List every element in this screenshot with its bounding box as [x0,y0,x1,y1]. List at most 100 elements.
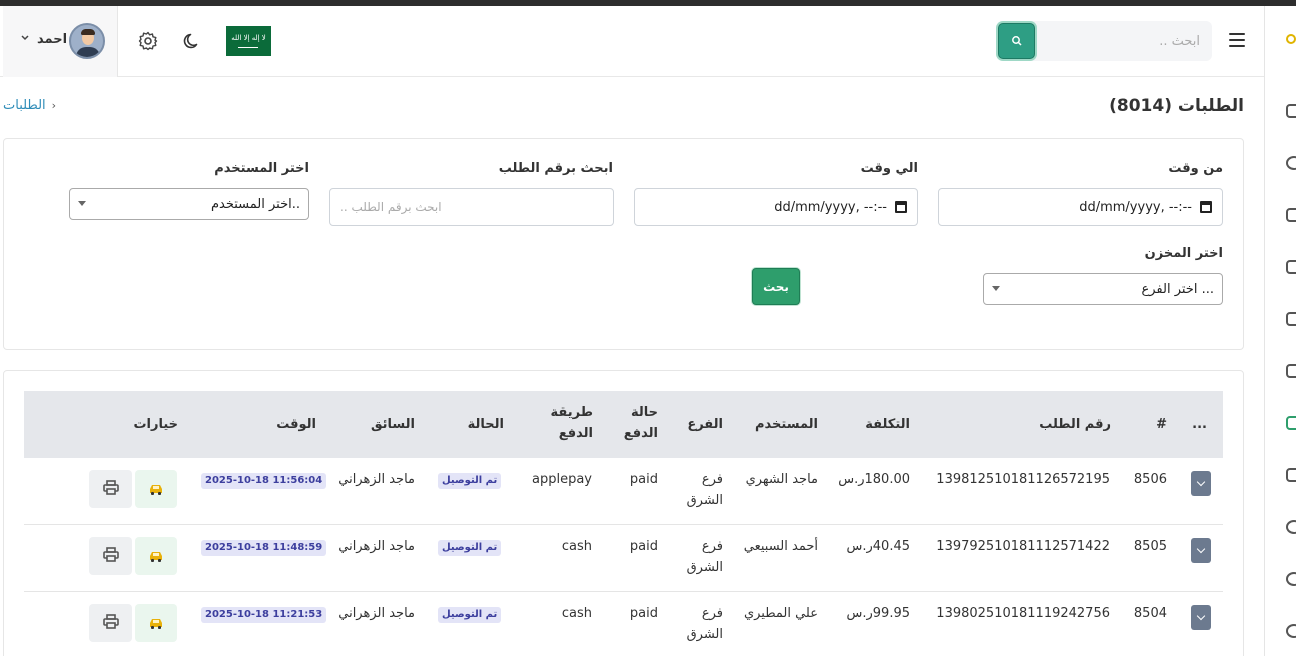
store-select-label: اختر المخزن [1144,246,1223,261]
breadcrumb-separator-icon: › [51,99,57,112]
flag-text: لا إله إلا الله [231,34,266,42]
cell-driver: ماجد الزهراني [338,539,415,554]
to-time-label: الي وقت [860,161,918,176]
col-user: المستخدم [755,417,818,432]
cell-order-no: 139812510181126572195 [936,472,1110,487]
moon-icon[interactable] [181,30,203,52]
user-menu[interactable]: احمد [3,6,118,77]
sidebar [1264,6,1296,656]
cell-order-no: 139802510181119242756 [936,606,1110,621]
cell-user: ماجد الشهري [745,472,818,487]
col-pay-method-line1: طريقة [550,405,593,420]
search-input[interactable] [1036,21,1212,61]
sidebar-user2-icon[interactable] [1286,624,1296,638]
search-button[interactable] [998,23,1035,59]
sidebar-orders-icon[interactable] [1286,416,1296,430]
sidebar-logo-icon[interactable] [1286,34,1296,48]
col-more[interactable]: ... [1192,415,1207,435]
breadcrumb-item[interactable]: الطلبات [3,98,46,113]
from-time-input[interactable]: dd/mm/yyyy, --:-- [938,188,1223,226]
cell-branch-line2: الشرق [686,627,723,642]
cell-branch-line1: فرع [701,472,723,487]
cell-branch-line1: فرع [701,539,723,554]
from-time-value: dd/mm/yyyy, --:-- [1079,199,1192,215]
cell-order-no: 139792510181112571422 [936,539,1110,554]
assign-driver-button[interactable] [135,604,177,642]
language-flag[interactable]: لا إله إلا الله [226,26,271,56]
status-badge: تم التوصيل [438,473,502,489]
cell-driver: ماجد الزهراني [338,606,415,621]
to-time-input[interactable]: dd/mm/yyyy, --:-- [634,188,918,226]
sidebar-box-icon[interactable] [1286,208,1296,222]
search-submit-button[interactable]: بحث [752,268,800,305]
sidebar-bell-icon[interactable] [1286,260,1296,274]
cell-branch-line1: فرع [701,606,723,621]
assign-driver-button[interactable] [135,470,177,508]
cell-cost: 99.95ر.س [846,606,911,621]
user-name: احمد [37,32,68,47]
col-pay-status-line1: حالة [630,405,658,420]
cell-id: 8504 [1133,606,1167,621]
table-header: ... # رقم الطلب التكلفة المستخدم الفرع ح… [24,391,1223,458]
user-select[interactable]: اختر المستخدم.. [69,188,309,220]
avatar [69,23,105,59]
from-time-label: من وقت [1168,161,1223,176]
dropdown-arrow-icon [78,201,86,206]
car-icon [148,480,164,499]
printer-icon [102,613,119,633]
row-expand-button[interactable] [1191,471,1211,496]
col-hash: # [1156,417,1167,432]
sidebar-doc-icon[interactable] [1286,364,1296,378]
cell-id: 8505 [1133,539,1167,554]
car-icon [148,547,164,566]
search-icon [1011,32,1023,51]
cell-branch-line2: الشرق [686,560,723,575]
cell-id: 8506 [1133,472,1167,487]
table-row: 8506 139812510181126572195 180.00ر.س ماج… [24,458,1223,525]
branch-select[interactable]: اختر الفرع ... [983,273,1223,305]
calendar-icon [1200,201,1212,213]
cell-driver: ماجد الزهراني [338,472,415,487]
sidebar-clock-icon[interactable] [1286,156,1296,170]
col-driver: السائق [370,417,415,432]
printer-icon [102,479,119,499]
breadcrumb[interactable]: الطلبات › [3,98,64,113]
sidebar-bag-icon[interactable] [1286,468,1296,482]
user-select-label: اختر المستخدم [214,161,309,176]
cell-cost: 180.00ر.س [838,472,910,487]
filter-panel [3,138,1244,350]
print-button[interactable] [89,537,132,575]
status-badge: تم التوصيل [438,607,502,623]
order-search-label: ابحث برقم الطلب [498,161,613,176]
header: احمد لا إله إلا الله [0,6,1264,77]
col-pay-status-line2: الدفع [623,426,658,441]
col-options: خيارات [133,417,178,432]
cell-pay-status: paid [629,539,658,554]
sidebar-users-icon[interactable] [1286,572,1296,586]
sidebar-user-icon[interactable] [1286,520,1296,534]
assign-driver-button[interactable] [135,537,177,575]
col-cost: التكلفة [865,417,910,432]
to-time-value: dd/mm/yyyy, --:-- [774,199,887,215]
col-status: الحالة [467,417,504,432]
cell-pay-method: applepay [532,472,592,487]
menu-icon[interactable] [1229,33,1245,47]
row-expand-button[interactable] [1191,605,1211,630]
sidebar-home-icon[interactable] [1286,104,1296,118]
cell-pay-method: cash [561,606,592,621]
sidebar-bell2-icon[interactable] [1286,312,1296,326]
print-button[interactable] [89,470,132,508]
col-branch: الفرع [687,417,723,432]
status-badge: تم التوصيل [438,540,502,556]
gear-icon[interactable] [137,30,159,52]
cell-branch-line2: الشرق [686,493,723,508]
table-row: 8505 139792510181112571422 40.45ر.س أحمد… [24,525,1223,592]
user-select-value: اختر المستخدم.. [210,196,300,212]
print-button[interactable] [89,604,132,642]
order-number-input[interactable]: ابحث برقم الطلب .. [329,188,614,226]
cell-user: علي المطيري [743,606,818,621]
time-badge: 2025-10-18 11:48:59 [201,540,327,556]
time-badge: 2025-10-18 11:21:53 [201,607,327,623]
col-time: الوقت [276,417,316,432]
row-expand-button[interactable] [1191,538,1211,563]
